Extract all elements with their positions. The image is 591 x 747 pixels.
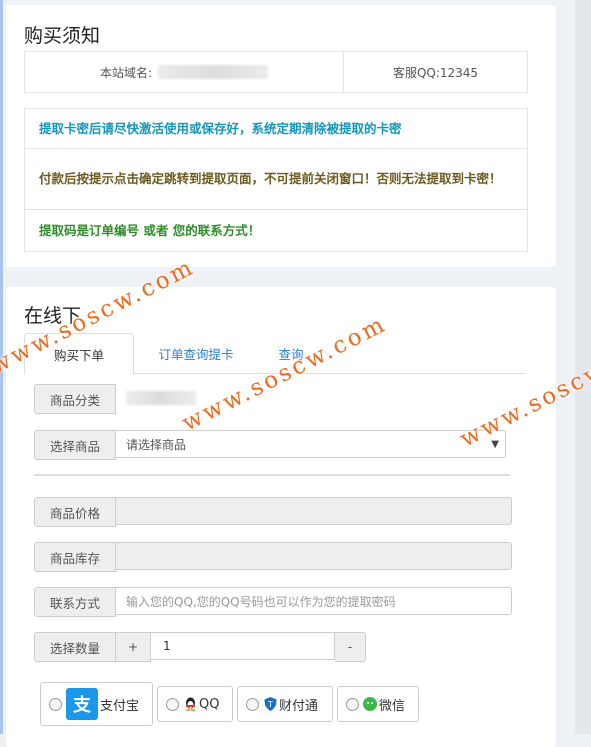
- qq-penguin-icon: [183, 697, 197, 711]
- radio-button[interactable]: [346, 697, 359, 711]
- contact-label: 联系方式: [34, 587, 116, 617]
- contact-row: 联系方式 输入您的QQ,您的QQ号码也可以作为您的提取密码: [34, 587, 512, 617]
- tab-order-query[interactable]: 订单查询提卡: [146, 333, 246, 373]
- service-qq-cell: 客服QQ:12345: [392, 65, 479, 80]
- price-row: 商品价格: [34, 497, 512, 527]
- quantity-input[interactable]: 1: [151, 632, 335, 660]
- quantity-label: 选择数量: [34, 632, 116, 662]
- tab-query[interactable]: 查询: [256, 333, 326, 373]
- shield-icon: T: [263, 697, 277, 711]
- form-divider: [34, 474, 510, 476]
- wechat-icon: [363, 697, 377, 711]
- pay-option-label: QQ: [199, 696, 220, 712]
- radio-button[interactable]: [166, 697, 179, 711]
- radio-button[interactable]: [246, 697, 259, 711]
- price-field: [116, 497, 512, 525]
- category-label: 商品分类: [34, 384, 116, 414]
- pay-option-wechat[interactable]: 微信: [337, 686, 419, 722]
- left-accent-bar: [0, 0, 3, 734]
- pay-option-label: 微信: [379, 698, 406, 714]
- pay-option-alipay[interactable]: 支 支付宝: [40, 682, 153, 726]
- order-tabs: 购买下单 订单查询提卡 查询: [24, 333, 526, 375]
- product-row: 选择商品 请选择商品 ▼: [34, 430, 506, 460]
- quantity-increase-button[interactable]: +: [116, 632, 151, 662]
- stock-field: [116, 542, 512, 570]
- site-domain-cell: 本站域名:: [25, 52, 344, 92]
- notice-item: 付款后按提示点击确定跳转到提取页面，不可提前关闭窗口！否则无法提取到卡密！: [25, 149, 527, 210]
- product-select-value: 请选择商品: [126, 437, 187, 452]
- pay-option-label: 支付宝: [100, 698, 140, 714]
- price-label: 商品价格: [34, 497, 116, 527]
- notice-item: 提取码是订单编号 或者 您的联系方式！: [39, 222, 261, 238]
- notice-card-title: 购买须知: [24, 25, 101, 47]
- tab-buy[interactable]: 购买下单: [24, 333, 134, 375]
- notice-item: 提取卡密后请尽快激活使用或保存好，系统定期清除被提取的卡密: [25, 109, 527, 149]
- stock-row: 商品库存: [34, 542, 512, 572]
- site-domain-blurred: [158, 65, 269, 79]
- category-blurred-value: [126, 391, 196, 405]
- notice-list: 提取卡密后请尽快激活使用或保存好，系统定期清除被提取的卡密 付款后按提示点击确定…: [24, 108, 528, 252]
- pay-option-tenpay[interactable]: T 财付通: [237, 686, 333, 722]
- category-row: 商品分类: [34, 384, 504, 414]
- category-select[interactable]: [116, 384, 504, 412]
- product-select[interactable]: 请选择商品 ▼: [116, 430, 506, 458]
- scrollbar-track[interactable]: [575, 0, 591, 734]
- radio-button[interactable]: [49, 697, 62, 711]
- alipay-icon: 支: [66, 688, 98, 720]
- purchase-notice-card: 购买须知 本站域名: 客服QQ:12345 提取卡密后请尽快激活使用或保存好，系…: [6, 5, 556, 267]
- pay-option-label: 财付通: [279, 698, 319, 714]
- pay-option-qq[interactable]: QQ: [157, 686, 233, 722]
- site-info-table: 本站域名: 客服QQ:12345: [24, 51, 528, 93]
- quantity-row: 选择数量 + 1 -: [34, 632, 366, 662]
- product-label: 选择商品: [34, 430, 116, 460]
- quantity-decrease-button[interactable]: -: [335, 632, 366, 662]
- contact-input[interactable]: 输入您的QQ,您的QQ号码也可以作为您的提取密码: [116, 587, 512, 615]
- order-card-title: 在线下: [24, 305, 82, 327]
- stock-label: 商品库存: [34, 542, 116, 572]
- chevron-down-icon: ▼: [491, 438, 499, 450]
- site-domain-label: 本站域名:: [99, 65, 153, 80]
- svg-text:T: T: [267, 700, 273, 709]
